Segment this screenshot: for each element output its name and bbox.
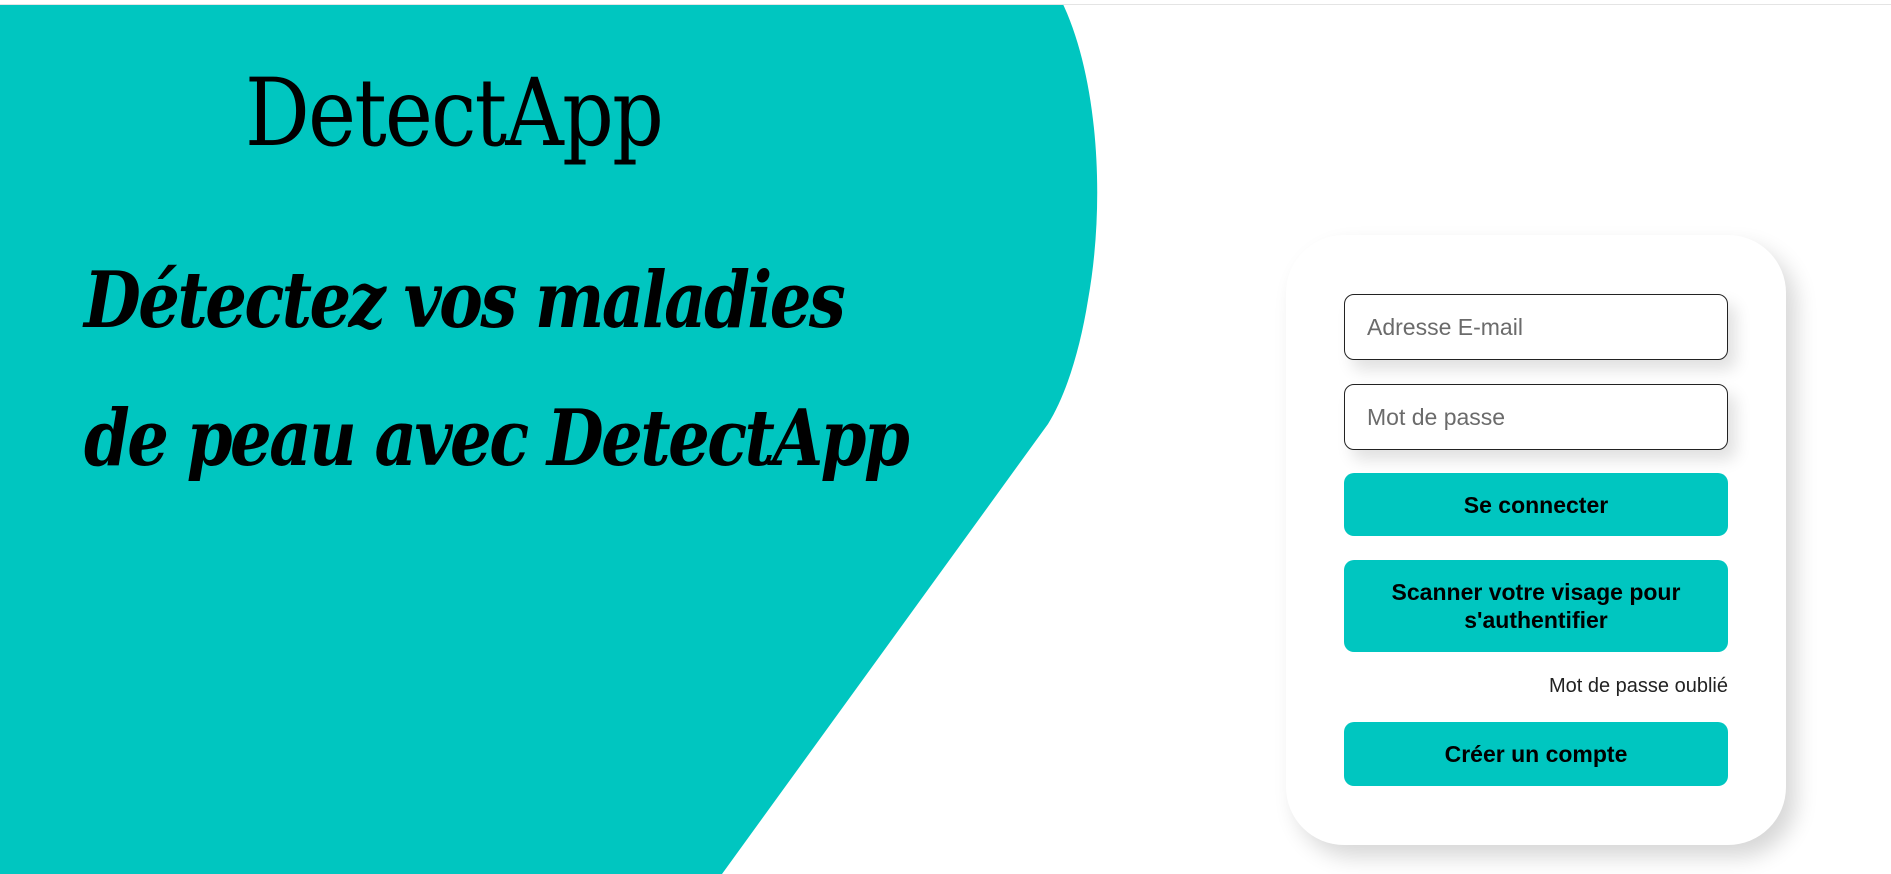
login-card: Se connecter Scanner votre visage pour s… xyxy=(1286,235,1786,845)
login-button[interactable]: Se connecter xyxy=(1344,473,1728,536)
create-account-button[interactable]: Créer un compte xyxy=(1344,722,1728,786)
forgot-password-link[interactable]: Mot de passe oublié xyxy=(1549,675,1728,698)
password-input[interactable] xyxy=(1344,384,1728,450)
brand-logo-title: DetectApp xyxy=(245,59,664,168)
face-scan-auth-button[interactable]: Scanner votre visage pour s'authentifier xyxy=(1344,560,1728,652)
email-input[interactable] xyxy=(1344,294,1728,360)
hero-heading: Détectez vos maladies de peau avec Detec… xyxy=(84,255,910,484)
top-border xyxy=(0,0,1891,5)
login-page: DetectApp Détectez vos maladies de peau … xyxy=(0,0,1891,874)
